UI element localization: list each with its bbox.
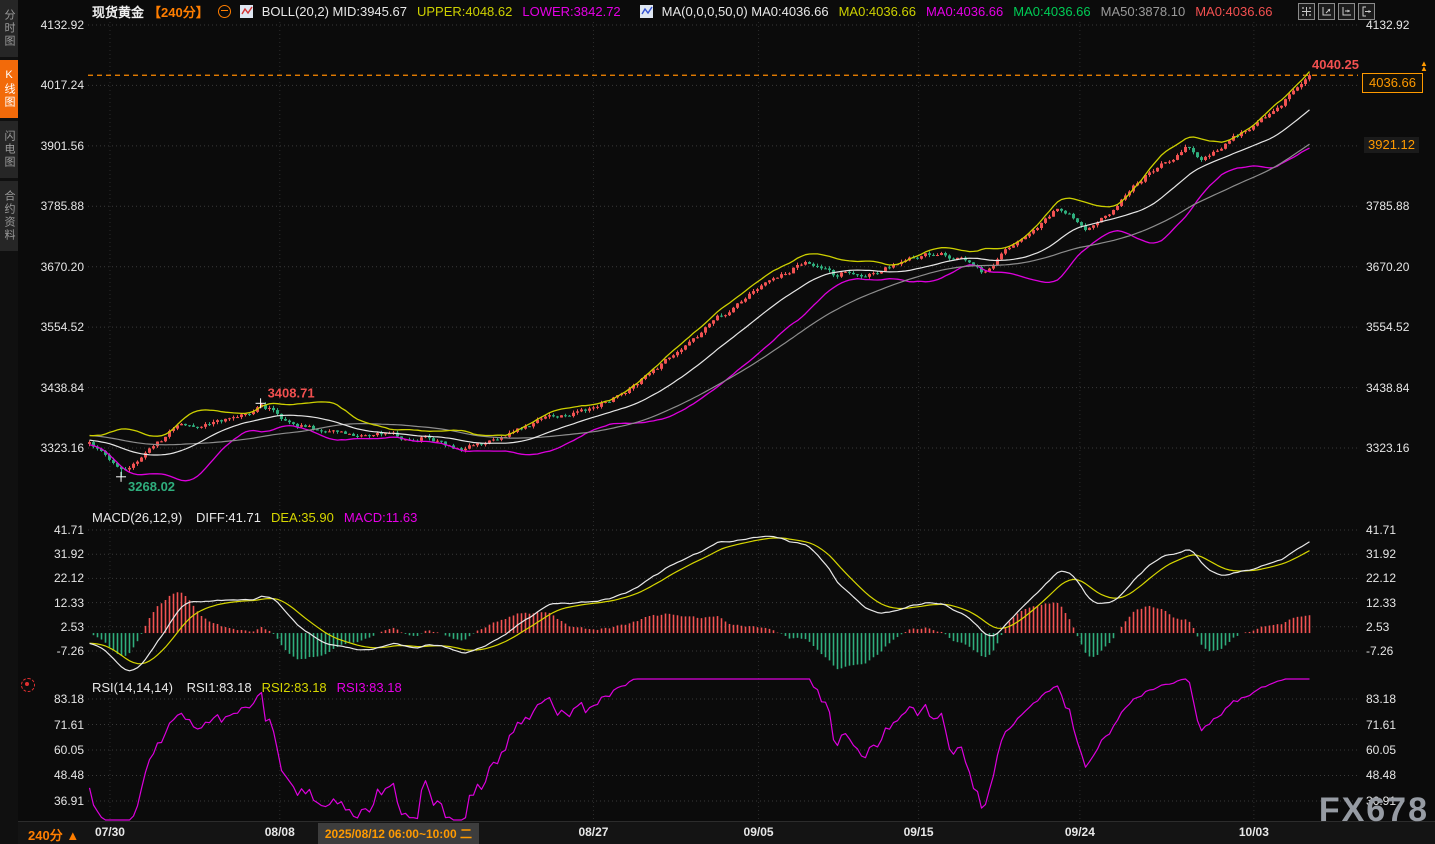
y-axis-label: 36.91 (54, 794, 84, 808)
hovered-bar-time: 2025/08/12 06:00~10:00 二 (318, 823, 479, 844)
x-axis-date-label: 07/30 (95, 825, 125, 839)
period-tag: 【240分】 (148, 2, 209, 21)
alarm-icon[interactable]: ▲▲ (1420, 61, 1428, 71)
rsi-legend-item: RSI1:83.18 (187, 680, 252, 695)
y-axis-label: 3438.84 (41, 381, 84, 395)
macd-legend-item: DEA:35.90 (271, 510, 334, 525)
legend-item: MA(0,0,0,50,0) MA0:4036.66 (662, 4, 829, 19)
period-selector[interactable]: 240分 ▲ (28, 825, 79, 844)
indicator-legend: 现货黄金 【240分】 BOLL(20,2) MID:3945.67 UPPER:… (92, 2, 1292, 20)
main-price-chart[interactable]: 3408.71 3268.02 (88, 22, 1358, 505)
y-axis-label: 3901.56 (41, 139, 84, 153)
y-axis-label: 3785.88 (41, 199, 84, 213)
legend-item: MA0:4036.66 (839, 4, 916, 19)
rsi-legend-item: RSI3:83.18 (337, 680, 402, 695)
sidebar-tab-kline[interactable]: K线图 (0, 60, 18, 118)
y-axis-label: 12.33 (1366, 596, 1396, 610)
y-axis-label: 3554.52 (41, 320, 84, 334)
legend-item: MA0:4036.66 (1013, 4, 1090, 19)
x-axis-date-label: 08/08 (265, 825, 295, 839)
rsi-chart[interactable] (88, 678, 1358, 821)
y-axis-label: 2.53 (61, 620, 84, 634)
macd-chart[interactable] (88, 505, 1358, 677)
y-axis-label: 22.12 (1366, 571, 1396, 585)
y-axis-label: 3554.52 (1366, 320, 1409, 334)
y-axis-label: 4132.92 (41, 18, 84, 32)
last-price-box: 4036.66 (1362, 73, 1423, 93)
y-axis-label: -7.26 (57, 644, 84, 658)
y-axis-label: 3323.16 (1366, 441, 1409, 455)
x-axis-date-label: 10/03 (1239, 825, 1269, 839)
x-axis-date-label: 09/24 (1065, 825, 1095, 839)
time-axis-bar: 240分 ▲ 2025/08/12 06:00~10:00 二 07/30 08/… (18, 821, 1435, 844)
app-window: 分时图 K线图 闪电图 合约资料 现货黄金 【240分】 BOLL(20,2) … (0, 0, 1435, 844)
boll-legend-items: BOLL(20,2) MID:3945.67 UPPER:4048.62 LOWER… (262, 4, 631, 19)
y-axis-label: 48.48 (54, 768, 84, 782)
macd-title: MACD(26,12,9) (92, 510, 182, 525)
y-axis-label: 4017.24 (41, 78, 84, 92)
ma-legend-items: MA(0,0,0,50,0) MA0:4036.66 MA0:4036.66 MA0… (662, 4, 1283, 19)
y-axis-label: 48.48 (1366, 768, 1396, 782)
y-axis-label: 41.71 (1366, 523, 1396, 537)
svg-text:3408.71: 3408.71 (268, 385, 315, 400)
sidebar-tab-lightning[interactable]: 闪电图 (0, 121, 18, 178)
x-axis-date-label: 08/27 (578, 825, 608, 839)
x-axis-date-label: 09/05 (744, 825, 774, 839)
y-axis-label: 31.92 (54, 547, 84, 561)
axis-zoom-icon[interactable] (1318, 3, 1335, 20)
y-axis-label: 31.92 (1366, 547, 1396, 561)
y-axis-label: 2.53 (1366, 620, 1389, 634)
y-axis-label: 3670.20 (1366, 260, 1409, 274)
chart-icon (640, 5, 653, 18)
chart-toolbar (1298, 3, 1375, 20)
y-axis-label: 4132.92 (1366, 18, 1409, 32)
ma-value-label: 3921.12 (1364, 137, 1419, 153)
watermark: FX678 (1319, 791, 1429, 830)
y-axis-label: 12.33 (54, 596, 84, 610)
sidebar-tab-contract-info[interactable]: 合约资料 (0, 181, 18, 251)
y-axis-label: 83.18 (1366, 692, 1396, 706)
macd-legend-item: DIFF:41.71 (196, 510, 261, 525)
chart-icon (240, 5, 253, 18)
rsi-legend: RSI(14,14,14) RSI1:83.18 RSI2:83.18 RSI3:8… (92, 680, 422, 695)
y-axis-label: 3785.88 (1366, 199, 1409, 213)
y-axis-label: 41.71 (54, 523, 84, 537)
legend-item: LOWER:3842.72 (522, 4, 620, 19)
macd-legend-item: MACD:11.63 (344, 510, 417, 525)
y-axis-label: 3438.84 (1366, 381, 1409, 395)
rsi-legend-item: RSI2:83.18 (262, 680, 327, 695)
svg-text:3268.02: 3268.02 (128, 479, 175, 494)
legend-item: MA0:4036.66 (1195, 4, 1272, 19)
y-axis-label: -7.26 (1366, 644, 1393, 658)
y-axis-label: 60.05 (1366, 743, 1396, 757)
legend-item: UPPER:4048.62 (417, 4, 512, 19)
axis-next-icon[interactable] (1338, 3, 1355, 20)
symbol-name: 现货黄金 (92, 2, 144, 21)
y-axis-label: 22.12 (54, 571, 84, 585)
y-axis-label: 71.61 (1366, 718, 1396, 732)
rsi-title: RSI(14,14,14) (92, 680, 173, 695)
macd-legend: MACD(26,12,9) DIFF:41.71 DEA:35.90 MACD:11… (92, 510, 437, 525)
x-axis-date-label: 09/15 (904, 825, 934, 839)
sidebar: 分时图 K线图 闪电图 合约资料 (0, 0, 18, 844)
sidebar-tab-timeline[interactable]: 分时图 (0, 0, 18, 57)
move-crosshair-icon[interactable] (1298, 3, 1315, 20)
y-axis-label: 71.61 (54, 718, 84, 732)
legend-item: BOLL(20,2) MID:3945.67 (262, 4, 407, 19)
chart-root: 现货黄金 【240分】 BOLL(20,2) MID:3945.67 UPPER:… (18, 0, 1435, 844)
y-axis-label: 83.18 (54, 692, 84, 706)
y-axis-label: 60.05 (54, 743, 84, 757)
minus-circle-icon[interactable] (218, 5, 231, 18)
session-high-label: 4040.25 (1312, 57, 1359, 72)
legend-item: MA0:4036.66 (926, 4, 1003, 19)
y-axis-label: 3323.16 (41, 441, 84, 455)
y-axis-label: 3670.20 (41, 260, 84, 274)
legend-item: MA50:3878.10 (1101, 4, 1186, 19)
target-icon[interactable] (21, 678, 35, 692)
